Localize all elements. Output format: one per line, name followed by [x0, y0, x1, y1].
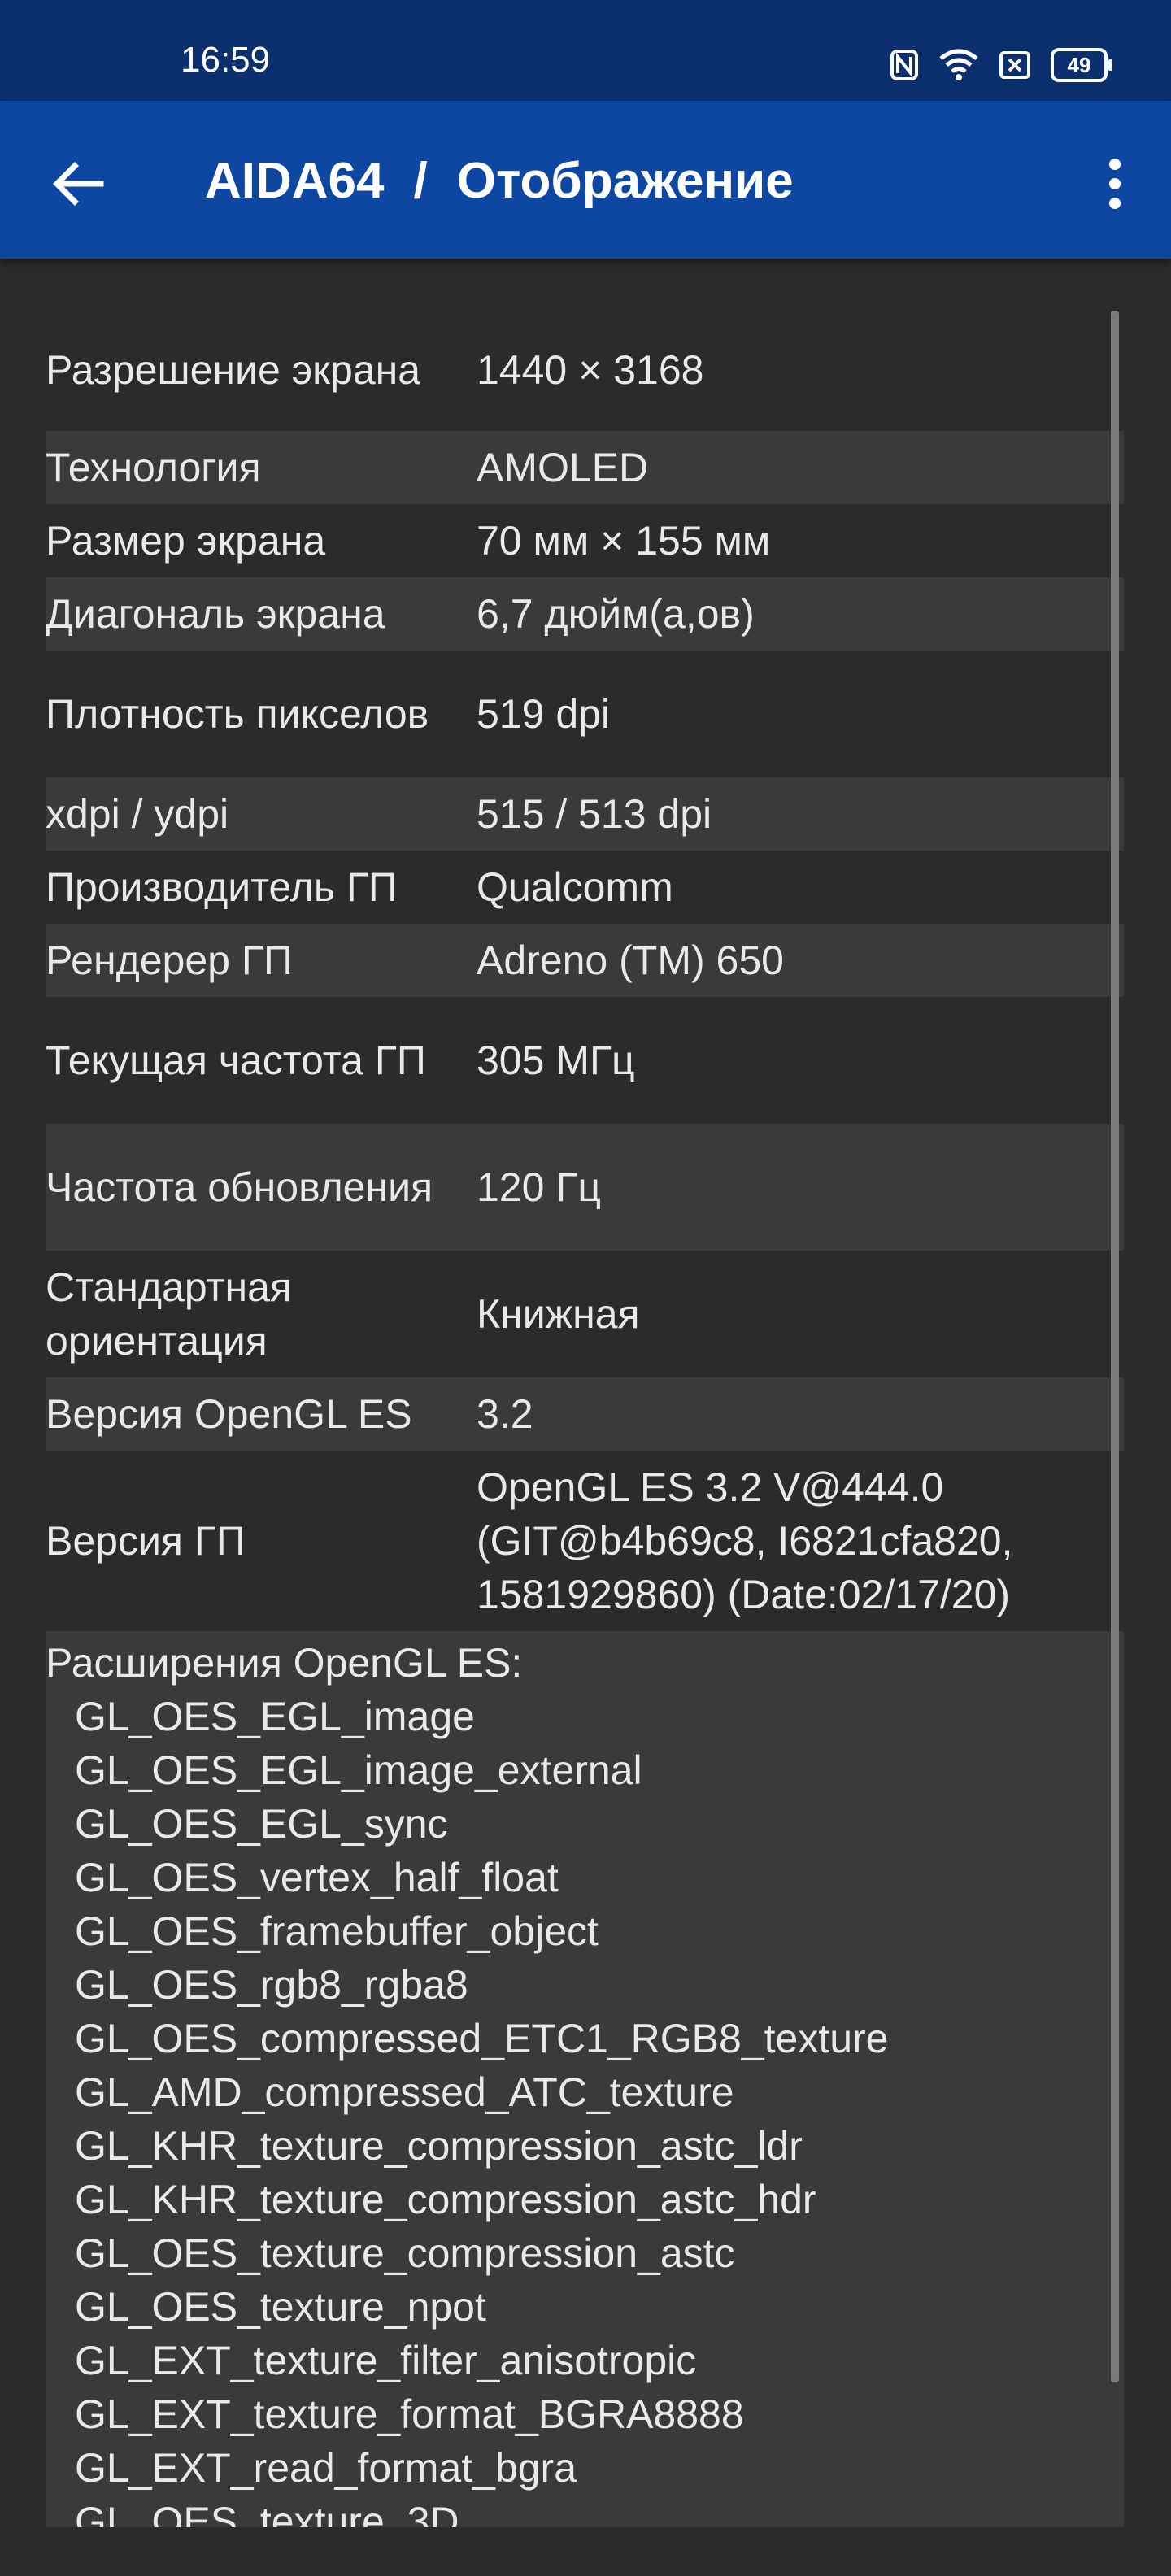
row-value: AMOLED: [477, 445, 649, 490]
extension-item: GL_OES_EGL_sync: [75, 1801, 448, 1847]
status-bar: 16:59 49: [0, 0, 1171, 101]
battery-icon: 49: [1051, 48, 1112, 82]
info-row-resolution: Разрешение экрана 1440 × 3168: [46, 309, 1124, 431]
info-row-screen-size: Размер экрана 70 мм × 155 мм: [46, 504, 1124, 577]
row-label: Версия ГП: [46, 1518, 246, 1564]
extensions-list: GL_OES_EGL_image GL_OES_EGL_image_extern…: [46, 1690, 1124, 2548]
row-value: OpenGL ES 3.2 V@444.0 (GIT@b4b69c8, I682…: [477, 1464, 1013, 1617]
app-bar: AIDA64 / Отображение: [0, 101, 1171, 259]
info-row-gpu-vendor: Производитель ГП Qualcomm: [46, 851, 1124, 924]
row-value: Книжная: [477, 1291, 640, 1337]
page-title: AIDA64 / Отображение: [205, 151, 794, 211]
title-separator: /: [413, 153, 428, 209]
row-label: Размер экрана: [46, 518, 326, 564]
info-row-gpu-clock: Текущая частота ГП 305 МГц: [46, 997, 1124, 1124]
row-label: Плотность пикселов: [46, 691, 429, 737]
extension-item: GL_OES_vertex_half_float: [75, 1855, 559, 1900]
extension-item: GL_OES_rgb8_rgba8: [75, 1962, 468, 2008]
info-row-gpu-version: Версия ГП OpenGL ES 3.2 V@444.0 (GIT@b4b…: [46, 1451, 1124, 1631]
row-value: 519 dpi: [477, 691, 611, 737]
info-row-opengl-version: Версия OpenGL ES 3.2: [46, 1377, 1124, 1451]
row-value: Adreno (TM) 650: [477, 938, 784, 983]
status-icons: 49: [890, 42, 1112, 88]
row-label: Стандартная ориентация: [46, 1264, 292, 1364]
row-value: 120 Гц: [477, 1164, 602, 1210]
battery-level: 49: [1067, 52, 1091, 77]
section-name: Отображение: [456, 153, 794, 209]
app-name: AIDA64: [205, 153, 385, 209]
extension-item: GL_OES_EGL_image_external: [75, 1747, 642, 1793]
row-label: Технология: [46, 445, 261, 490]
info-row-refresh-rate: Частота обновления 120 Гц: [46, 1124, 1124, 1251]
extension-item: GL_EXT_texture_format_BGRA8888: [75, 2391, 744, 2437]
extension-item: GL_AMD_compressed_ATC_texture: [75, 2069, 734, 2115]
back-button[interactable]: [49, 154, 107, 213]
row-label: Рендерер ГП: [46, 938, 293, 983]
info-row-technology: Технология AMOLED: [46, 431, 1124, 504]
wifi-icon: [938, 49, 979, 81]
row-label: Производитель ГП: [46, 864, 398, 910]
row-label: Диагональ экрана: [46, 591, 385, 637]
extension-item: GL_OES_compressed_ETC1_RGB8_texture: [75, 2016, 889, 2061]
row-value: 70 мм × 155 мм: [477, 518, 771, 564]
row-value: 515 / 513 dpi: [477, 791, 712, 837]
extension-item: GL_EXT_texture_filter_anisotropic: [75, 2338, 697, 2383]
info-row-pixel-density: Плотность пикселов 519 dpi: [46, 651, 1124, 777]
row-label: Версия OpenGL ES: [46, 1391, 412, 1437]
nfc-icon: [890, 49, 919, 81]
row-label: Разрешение экрана: [46, 347, 421, 393]
opengl-extensions-block: Расширения OpenGL ES: GL_OES_EGL_image G…: [46, 1631, 1124, 2573]
info-list[interactable]: Разрешение экрана 1440 × 3168 Технология…: [46, 309, 1124, 2573]
scrollbar[interactable]: [1111, 311, 1119, 2382]
more-vert-icon: [1109, 159, 1121, 209]
extension-item: GL_EXT_read_format_bgra: [75, 2445, 577, 2491]
extension-item: GL_OES_texture_compression_astc: [75, 2230, 735, 2276]
back-arrow-icon: [53, 162, 104, 206]
extension-item: GL_OES_EGL_image: [75, 1694, 475, 1739]
info-row-diagonal: Диагональ экрана 6,7 дюйм(а,ов): [46, 577, 1124, 651]
row-value: 6,7 дюйм(а,ов): [477, 591, 755, 637]
info-row-xdpi-ydpi: xdpi / ydpi 515 / 513 dpi: [46, 777, 1124, 851]
bottom-edge: [0, 2527, 1171, 2576]
info-row-gpu-renderer: Рендерер ГП Adreno (TM) 650: [46, 924, 1124, 997]
overflow-menu-button[interactable]: [1095, 154, 1135, 213]
extension-item: GL_OES_framebuffer_object: [75, 1908, 599, 1954]
info-row-orientation: Стандартная ориентация Книжная: [46, 1251, 1124, 1377]
status-time: 16:59: [181, 40, 271, 80]
row-label: Текущая частота ГП: [46, 1038, 426, 1083]
row-value: 3.2: [477, 1391, 533, 1437]
row-value: 305 МГц: [477, 1038, 635, 1083]
row-value: 1440 × 3168: [477, 347, 704, 393]
extension-item: GL_KHR_texture_compression_astc_hdr: [75, 2177, 816, 2222]
row-value: Qualcomm: [477, 864, 673, 910]
extension-item: GL_OES_texture_npot: [75, 2284, 486, 2330]
extension-item: GL_KHR_texture_compression_astc_ldr: [75, 2123, 803, 2169]
extensions-title: Расширения OpenGL ES:: [46, 1640, 523, 1686]
notification-icon: [999, 50, 1031, 80]
row-label: xdpi / ydpi: [46, 791, 229, 837]
row-label: Частота обновления: [46, 1164, 433, 1210]
